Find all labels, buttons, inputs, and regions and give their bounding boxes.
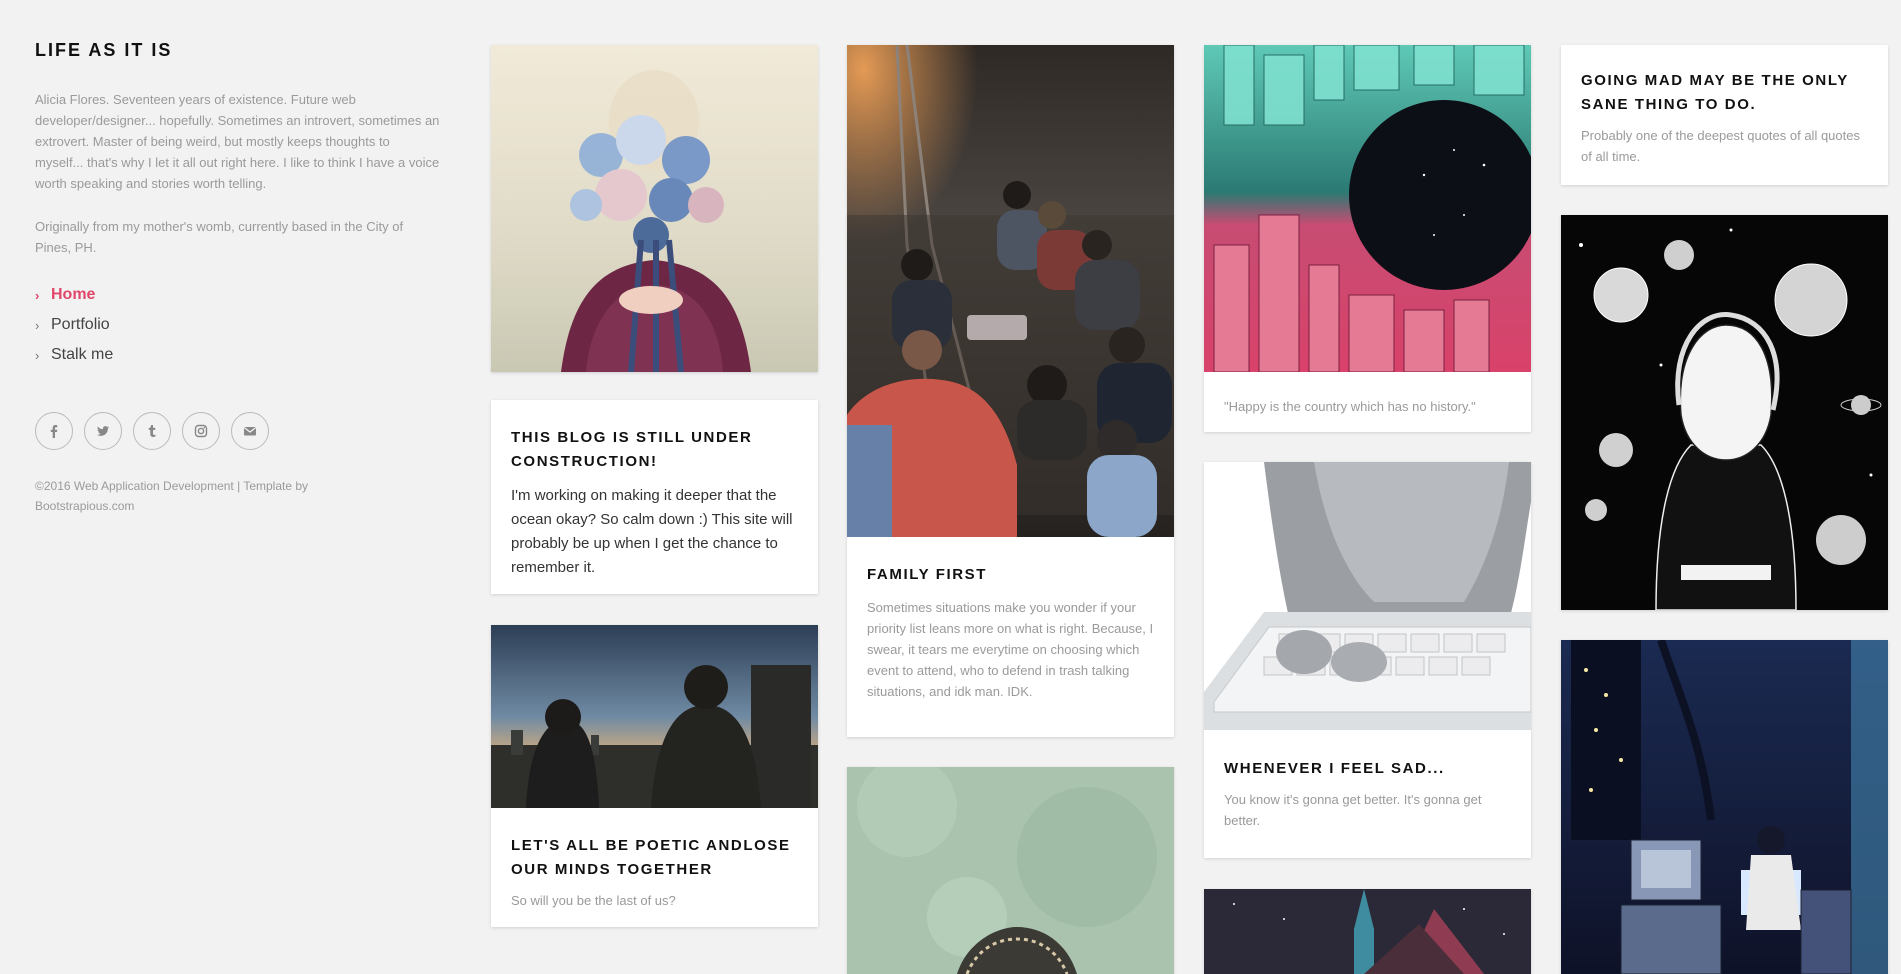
post-card-family[interactable]: FAMILY FIRST Sometimes situations make y… [847, 45, 1174, 737]
cat-on-keyboard-image [1204, 462, 1531, 730]
envelope-icon[interactable] [231, 412, 269, 450]
post-excerpt: You know it's gonna get better. It's gon… [1224, 792, 1482, 828]
post-title[interactable]: THIS BLOG IS STILL UNDER CONSTRUCTION! [511, 426, 798, 474]
friends-on-tracks-image [847, 45, 1174, 537]
post-card-sad[interactable]: WHENEVER I FEEL SAD... You know it's gon… [1204, 462, 1531, 858]
nav-item-label: Stalk me [51, 346, 114, 363]
location-paragraph: Originally from my mother's womb, curren… [35, 219, 404, 255]
twitter-icon[interactable] [84, 412, 122, 450]
chevron-right-icon: › [35, 347, 40, 363]
post-excerpt: I'm working on making it deeper that the… [511, 487, 793, 576]
night-castle-image [1204, 889, 1531, 974]
facebook-icon[interactable] [35, 412, 73, 450]
green-texture-image [847, 767, 1174, 974]
post-title[interactable]: WHENEVER I FEEL SAD... [1224, 757, 1511, 781]
chevron-right-icon: › [35, 317, 40, 333]
post-card-server-room[interactable] [1561, 640, 1888, 974]
bio-paragraph: Alicia Flores. Seventeen years of existe… [35, 92, 440, 191]
post-quote: "Happy is the country which has no histo… [1224, 399, 1476, 414]
post-card-history[interactable]: "Happy is the country which has no histo… [1204, 45, 1531, 432]
post-card-construction[interactable]: THIS BLOG IS STILL UNDER CONSTRUCTION! I… [491, 400, 818, 594]
sunset-city-image [491, 625, 818, 808]
space-girl-illustration-image [1561, 215, 1888, 610]
server-room-illustration-image [1561, 640, 1888, 974]
post-title[interactable]: LET'S ALL BE POETIC ANDLOSE OUR MINDS TO… [511, 834, 798, 882]
post-excerpt: So will you be the last of us? [511, 893, 676, 908]
main-nav: › Home › Portfolio › Stalk me [35, 280, 440, 370]
chevron-right-icon: › [35, 287, 40, 303]
nav-item-portfolio[interactable]: › Portfolio [35, 310, 440, 340]
copyright-text: ©2016 Web Application Development | Temp… [35, 479, 309, 513]
city-vortex-image [1204, 45, 1531, 372]
nav-item-stalk-me[interactable]: › Stalk me [35, 340, 440, 370]
nav-item-label: Portfolio [51, 316, 110, 333]
social-links [35, 412, 440, 450]
post-title[interactable]: FAMILY FIRST [867, 563, 1154, 587]
post-excerpt: Sometimes situations make you wonder if … [867, 600, 1154, 699]
nav-item-home[interactable]: › Home [35, 280, 440, 310]
bouquet-painting-image [491, 45, 818, 372]
post-title[interactable]: GOING MAD MAY BE THE ONLY SANE THING TO … [1581, 69, 1868, 117]
post-card-night-castle[interactable] [1204, 889, 1531, 974]
tumblr-icon[interactable] [133, 412, 171, 450]
post-card-green[interactable] [847, 767, 1174, 974]
post-card-mad[interactable]: GOING MAD MAY BE THE ONLY SANE THING TO … [1561, 45, 1888, 185]
post-excerpt: Probably one of the deepest quotes of al… [1581, 128, 1860, 164]
nav-item-label: Home [51, 286, 96, 303]
instagram-icon[interactable] [182, 412, 220, 450]
post-card-bouquet[interactable] [491, 45, 818, 372]
post-card-poetic[interactable]: LET'S ALL BE POETIC ANDLOSE OUR MINDS TO… [491, 625, 818, 927]
sidebar: LIFE AS IT IS Alicia Flores. Seventeen y… [35, 30, 440, 516]
site-title[interactable]: LIFE AS IT IS [35, 40, 440, 61]
post-card-space-girl[interactable] [1561, 215, 1888, 610]
